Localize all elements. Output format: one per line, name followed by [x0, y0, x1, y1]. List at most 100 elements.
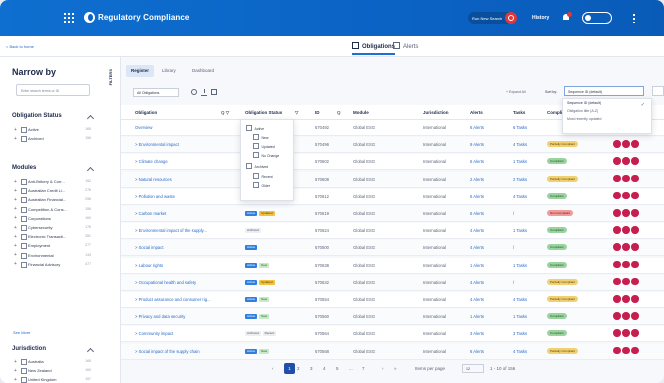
alerts-link[interactable]: 1 Alerts [470, 263, 484, 268]
expand-icon[interactable]: + [14, 206, 17, 212]
action-icon[interactable] [622, 312, 630, 320]
alerts-link[interactable]: 6 Alerts [470, 349, 484, 354]
checkbox[interactable] [21, 215, 27, 222]
alerts-link[interactable]: 4 Alerts [470, 280, 484, 285]
bell-icon[interactable] [562, 12, 572, 22]
status-option-updated[interactable]: Updated [253, 143, 275, 149]
expand-icon[interactable]: + [14, 215, 17, 221]
obligation-name[interactable]: > Social impact of the supply chain [135, 349, 200, 354]
page-number[interactable]: 3 [310, 366, 313, 371]
filter-icon[interactable]: ▽ [295, 110, 298, 116]
obligation-name[interactable]: > Natural resources [135, 177, 172, 182]
action-icon[interactable] [622, 346, 630, 355]
checkbox[interactable] [21, 243, 27, 250]
checkbox[interactable] [21, 377, 27, 383]
checkbox[interactable] [21, 127, 27, 133]
tasks-link[interactable]: 1 Tasks [513, 263, 527, 268]
page-number[interactable]: 7 [362, 366, 365, 371]
prev-page-icon[interactable]: ‹ [272, 366, 274, 371]
last-page-icon[interactable]: » [394, 366, 397, 371]
alerts-link[interactable]: 6 Alerts [470, 125, 484, 130]
sort-icon[interactable]: Q ▽ [221, 110, 229, 116]
back-to-home-link[interactable]: < Back to home [6, 44, 34, 49]
action-icon[interactable] [631, 209, 639, 217]
download-icon[interactable] [201, 89, 207, 96]
checkbox[interactable] [21, 225, 27, 231]
table-row[interactable]: > Pollution and waste 570612 Global ESG Int… [121, 188, 664, 205]
search-icon[interactable]: Q [337, 110, 341, 115]
action-icon[interactable] [613, 243, 621, 251]
expand-icon[interactable]: + [14, 225, 17, 231]
tasks-link[interactable]: / [513, 280, 514, 285]
filter-item[interactable]: + Australian Financial... 296 [14, 197, 94, 204]
alerts-link[interactable]: 1 Alerts [470, 314, 484, 319]
checkbox[interactable] [21, 359, 27, 365]
action-icon[interactable] [613, 157, 621, 165]
tab-dashboard[interactable]: Dashboard [187, 65, 219, 77]
tasks-link[interactable]: 1 Tasks [513, 159, 527, 164]
table-row[interactable]: > Climate change 570602 Global ESG Internat… [121, 154, 664, 171]
col-status[interactable]: Obligation Status [245, 110, 282, 115]
apps-grid-icon[interactable] [64, 13, 74, 23]
status-option-older[interactable]: Older [253, 182, 270, 188]
chevron-up-icon[interactable] [86, 166, 95, 175]
action-icon[interactable] [631, 329, 639, 337]
action-icon[interactable] [631, 243, 639, 251]
expand-icon[interactable]: + [14, 136, 17, 142]
sort-option[interactable]: Most recently updated [563, 115, 651, 123]
table-row[interactable]: > Natural resources 570608 Global ESG Inter… [121, 171, 664, 188]
action-icon[interactable] [613, 191, 621, 200]
status-group-archived[interactable]: Archived [246, 163, 268, 169]
expand-icon[interactable]: + [14, 127, 17, 133]
page-number[interactable]: 1 [284, 363, 295, 374]
obligation-filter-select[interactable]: All Obligations [133, 88, 179, 97]
section-obligation-status[interactable]: Obligation Status [12, 113, 62, 119]
table-row[interactable]: > Privacy and data security Active New 5705… [121, 309, 664, 326]
tasks-link[interactable]: / [513, 211, 514, 216]
tasks-link[interactable]: 4 Tasks [513, 194, 527, 199]
chevron-up-icon[interactable] [86, 114, 95, 123]
action-icon[interactable] [622, 295, 630, 303]
expand-icon[interactable]: + [14, 252, 17, 258]
expand-icon[interactable]: + [14, 261, 17, 267]
alerts-link[interactable]: 9 Alerts [470, 142, 484, 147]
action-icon[interactable] [622, 140, 630, 148]
alerts-link[interactable]: 6 Alerts [470, 159, 484, 164]
obligation-name[interactable]: > Environmental impact [135, 142, 179, 147]
tasks-link[interactable]: 1 Tasks [513, 314, 527, 319]
section-modules[interactable]: Modules [12, 165, 36, 171]
col-module[interactable]: Module [353, 110, 369, 115]
obligation-name[interactable]: > Climate change [135, 159, 168, 164]
expand-icon[interactable]: + [14, 377, 17, 383]
calendar-icon[interactable] [211, 89, 217, 95]
action-icon[interactable] [631, 174, 639, 183]
checkbox[interactable] [21, 252, 27, 259]
col-tasks[interactable]: Tasks [513, 110, 525, 115]
settings-icon[interactable] [191, 89, 197, 95]
table-row[interactable]: > Occupational health and safety Active Up… [121, 274, 664, 291]
action-icon[interactable] [613, 140, 621, 148]
obligation-name[interactable]: > Privacy and data security [135, 314, 185, 319]
page-number[interactable]: 5 [336, 366, 339, 371]
alerts-link[interactable]: 4 Alerts [470, 228, 484, 233]
expand-icon[interactable]: + [14, 197, 17, 203]
checkbox[interactable] [21, 261, 27, 268]
action-icon[interactable] [631, 260, 639, 269]
table-row[interactable]: > Community impact Archived Recent 570564 Gl… [121, 326, 664, 343]
kebab-menu-icon[interactable] [633, 14, 635, 23]
sort-option[interactable]: Sequence ID (default) [563, 99, 651, 107]
action-icon[interactable] [613, 277, 621, 286]
action-icon[interactable] [613, 209, 621, 217]
obligation-name[interactable]: > Product assurance and consumer rig... [135, 297, 211, 302]
alerts-link[interactable]: 4 Alerts [470, 297, 484, 302]
filter-item[interactable]: + Australia 165 [14, 359, 94, 366]
obligation-name[interactable]: > Social impact [135, 245, 164, 250]
table-row[interactable]: > Social impact of the supply chain Activ… [121, 343, 664, 360]
filter-item[interactable]: + Environmental 134 [14, 252, 94, 260]
action-icon[interactable] [613, 346, 621, 355]
history-link[interactable]: History [532, 15, 549, 21]
tab-library[interactable]: Library [157, 65, 181, 77]
obligation-name[interactable]: > Pollution and waste [135, 194, 175, 199]
checkbox[interactable] [21, 368, 27, 375]
expand-icon[interactable]: + [14, 179, 17, 185]
